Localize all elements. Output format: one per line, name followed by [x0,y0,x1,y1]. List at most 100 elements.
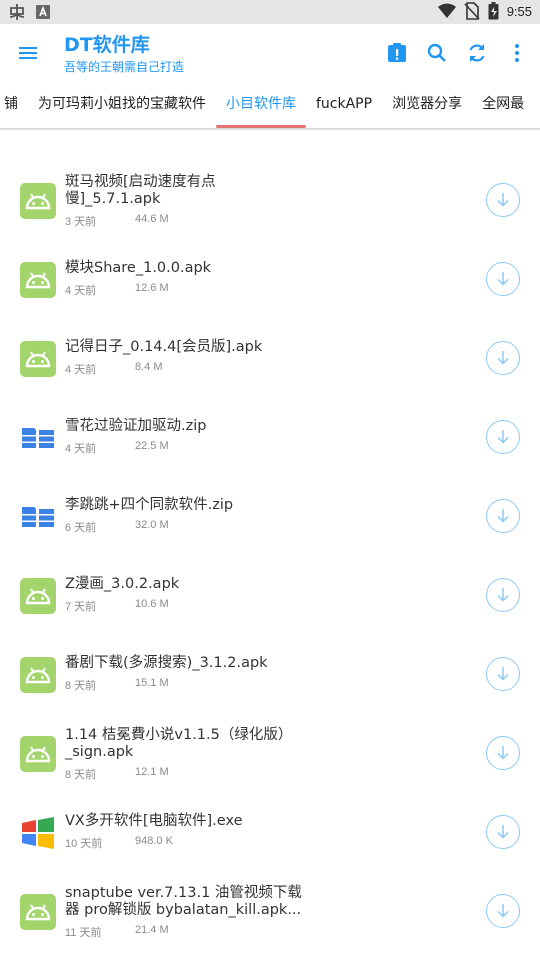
download-button[interactable] [486,894,520,928]
file-name: 模块Share_1.0.0.apk [65,260,455,277]
file-item[interactable]: 斑马视频[启动速度有点 慢]_5.7.1.apk 3 天前 44.6 M [0,174,540,258]
file-name: 番剧下载(多源搜索)_3.1.2.apk [65,655,455,672]
download-icon [497,667,509,681]
file-size: 22.5 M [135,440,169,452]
app-subtitle: 吾等的王朝需自己打造 [64,60,185,74]
file-name-line: 记得日子_0.14.4[会员版].apk [65,339,263,355]
download-button[interactable] [486,736,520,770]
file-size: 8.4 M [135,361,163,373]
menu-icon[interactable] [14,39,42,67]
file-item[interactable]: 李跳跳+四个同款软件.zip 6 天前 32.0 M [0,495,540,574]
android-icon [20,894,56,930]
file-item[interactable]: snaptube ver.7.13.1 油管视频下载器 pro解锁版 bybal… [0,885,540,960]
android-icon [20,657,56,693]
file-size: 15.1 M [135,677,169,689]
tab-4[interactable]: 浏览器分享 [382,82,472,128]
file-name-line: 李跳跳+四个同款软件.zip [65,497,234,513]
file-time: 11 天前 [65,927,102,939]
archive-icon [20,499,56,535]
tab-1[interactable]: 为可玛莉小姐找的宝藏软件 [28,82,216,128]
file-size: 21.4 M [135,924,169,936]
file-time: 7 天前 [65,601,97,613]
more-options-button[interactable] [502,38,532,68]
file-item[interactable]: 雪花过验证加驱动.zip 4 天前 22.5 M [0,416,540,495]
wifi-icon [437,3,456,18]
file-time: 8 天前 [65,680,97,692]
download-icon [497,193,509,207]
file-size: 10.6 M [135,598,169,610]
app-title: DT软件库 [64,34,150,56]
tab-2[interactable]: 小目软件库 [216,82,306,128]
status-right-icons: 9:55 [437,2,532,20]
download-button[interactable] [486,578,520,612]
download-button[interactable] [486,815,520,849]
file-time: 6 天前 [65,522,97,534]
file-item[interactable]: 记得日子_0.14.4[会员版].apk 4 天前 8.4 M [0,337,540,416]
file-name: 斑马视频[启动速度有点 慢]_5.7.1.apk [65,174,455,208]
windows-icon [20,815,56,851]
download-icon [497,430,509,444]
file-size: 948.0 K [135,835,173,847]
tab-3[interactable]: fuckAPP [306,82,382,128]
file-item[interactable]: 模块Share_1.0.0.apk 4 天前 12.6 M [0,258,540,337]
tab-0[interactable]: 铺 [0,82,28,128]
download-icon [497,272,509,286]
download-button[interactable] [486,657,520,691]
archive-icon [20,420,56,456]
download-button[interactable] [486,341,520,375]
refresh-button[interactable] [462,38,492,68]
file-name: 李跳跳+四个同款软件.zip [65,497,455,514]
file-time: 4 天前 [65,443,97,455]
file-size: 12.6 M [135,282,169,294]
android-icon [20,341,56,377]
refresh-icon [469,44,485,62]
tab-bar: 铺为可玛莉小姐找的宝藏软件 小目软件库 fuckAPP 浏览器分享 全网最 [0,82,540,128]
download-button[interactable] [486,262,520,296]
file-name-line: 1.14 桔冕費小说v1.1.5（绿化版） [65,727,293,743]
file-name: snaptube ver.7.13.1 油管视频下载器 pro解锁版 bybal… [65,885,455,919]
android-icon [20,262,56,298]
file-name-line: 番剧下载(多源搜索)_3.1.2.apk [65,655,268,671]
download-icon [497,825,509,839]
a-letter-icon [36,5,50,19]
status-left-icons [8,3,52,21]
file-size: 12.1 M [135,766,169,778]
file-name: Z漫画_3.0.2.apk [65,576,455,593]
download-icon [497,351,509,365]
file-time: 4 天前 [65,285,97,297]
app-bar-actions [382,38,532,68]
status-time: 9:55 [506,3,532,19]
tab-5[interactable]: 全网最 [472,82,534,128]
android-icon [20,736,56,772]
file-item[interactable]: VX多开软件[电脑软件].exe 10 天前 948.0 K [0,811,540,890]
download-icon [497,746,509,760]
download-icon [497,904,509,918]
download-button[interactable] [486,420,520,454]
download-button[interactable] [486,499,520,533]
tab-bar-shadow [0,128,540,131]
file-name-line: 慢]_5.7.1.apk [65,191,161,207]
battery-icon [488,2,499,20]
info-icon [388,43,406,62]
file-item[interactable]: 番剧下载(多源搜索)_3.1.2.apk 8 天前 15.1 M [0,653,540,732]
file-time: 4 天前 [65,364,97,376]
download-icon [497,588,509,602]
app-bar: DT软件库 吾等的王朝需自己打造 [0,24,540,82]
file-time: 8 天前 [65,769,97,781]
file-item[interactable]: 1.14 桔冕費小说v1.1.5（绿化版） _sign.apk 8 天前 12.1 M [0,727,540,811]
file-name-line: 斑马视频[启动速度有点 [65,174,216,190]
info-button[interactable] [382,38,412,68]
file-size: 32.0 M [135,519,169,531]
file-name-line: _sign.apk [65,744,134,760]
file-size: 44.6 M [135,213,169,225]
file-name-line: 器 pro解锁版 bybalatan_kill.apk... [65,902,302,918]
file-name: 雪花过验证加驱动.zip [65,418,455,435]
file-item[interactable]: Z漫画_3.0.2.apk 7 天前 10.6 M [0,574,540,653]
file-name-line: snaptube ver.7.13.1 油管视频下载 [65,885,302,901]
download-button[interactable] [486,183,520,217]
status-bar: 9:55 [0,0,540,24]
search-button[interactable] [422,38,452,68]
file-name-line: Z漫画_3.0.2.apk [65,576,180,592]
app-notification-icon [9,4,25,20]
file-name: 记得日子_0.14.4[会员版].apk [65,339,455,356]
